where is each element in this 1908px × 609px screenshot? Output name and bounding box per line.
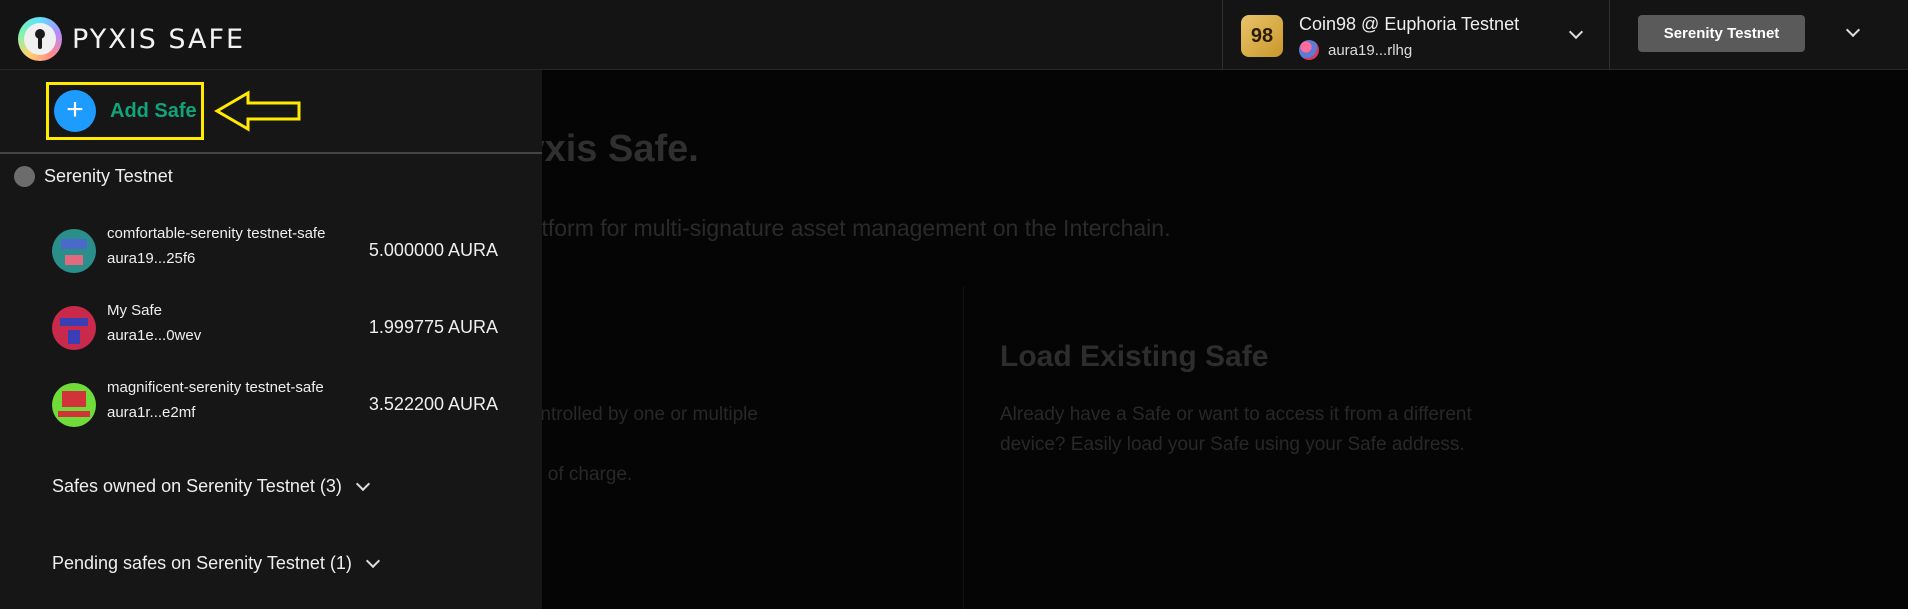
brand-logo[interactable]: PYXIS SAFE [18,17,245,61]
card-divider [963,286,964,609]
safe-name: My Safe [107,302,163,319]
safe-list-item[interactable]: My Safe aura1e...0wev 1.999775 AURA [52,300,502,360]
brand-name: PYXIS SAFE [72,23,246,55]
pending-safes-toggle[interactable]: Pending safes on Serenity Testnet (1) [52,553,380,574]
top-header: PYXIS SAFE 98 Coin98 @ Euphoria Testnet … [0,0,1908,70]
arrow-left-icon [214,90,301,132]
wallet-avatar [1299,40,1319,60]
chevron-down-icon[interactable] [1845,22,1861,38]
safe-address: aura19...25f6 [107,250,196,267]
safe-balance: 3.522200 AURA [368,394,498,414]
safe-list-item[interactable]: magnificent-serenity testnet-safe aura1r… [52,377,502,437]
panel-divider [0,152,542,154]
plus-icon: + [54,90,96,132]
load-safe-title: Load Existing Safe [1000,340,1269,373]
wallet-name: Coin98 @ Euphoria Testnet [1299,14,1520,34]
wallet-selector[interactable]: 98 Coin98 @ Euphoria Testnet aura19...rl… [1222,0,1610,70]
pyxis-logo-icon [18,17,62,61]
safe-balance: 5.000000 AURA [368,240,498,260]
chevron-down-icon [365,553,380,568]
add-safe-button[interactable]: + Add Safe [46,82,204,140]
add-safe-label: Add Safe [110,99,197,122]
chevron-down-icon[interactable] [1568,24,1584,40]
safe-address: aura1e...0wev [107,327,202,344]
load-safe-text-line: Already have a Safe or want to access it… [1000,404,1472,425]
safe-address: aura1r...e2mf [107,404,196,421]
network-header: Serenity Testnet [14,166,173,187]
wallet-address-row: aura19...rlhg [1299,40,1412,60]
owned-safes-toggle[interactable]: Safes owned on Serenity Testnet (3) [52,476,370,497]
network-label: Serenity Testnet [44,166,173,186]
chevron-down-icon [355,476,370,491]
safe-balance: 1.999775 AURA [368,317,498,337]
owned-safes-label: Safes owned on Serenity Testnet (3) [52,476,342,496]
wallet-address: aura19...rlhg [1328,41,1413,59]
safe-name: comfortable-serenity testnet-safe [107,225,326,242]
network-status-dot [14,166,35,187]
safe-list-item[interactable]: comfortable-serenity testnet-safe aura19… [52,223,502,283]
safe-name: magnificent-serenity testnet-safe [107,379,324,396]
safe-avatar [52,229,96,273]
network-button[interactable]: Serenity Testnet [1638,15,1805,52]
pending-safes-label: Pending safes on Serenity Testnet (1) [52,553,352,573]
safe-avatar [52,383,96,427]
safe-side-panel: + Add Safe Serenity Testnet comfortable-… [0,70,542,609]
coin98-wallet-icon: 98 [1241,15,1283,57]
load-safe-text-line: device? Easily load your Safe using your… [1000,434,1465,455]
safe-avatar [52,306,96,350]
load-safe-text: Already have a Safe or want to access it… [1000,400,1472,460]
